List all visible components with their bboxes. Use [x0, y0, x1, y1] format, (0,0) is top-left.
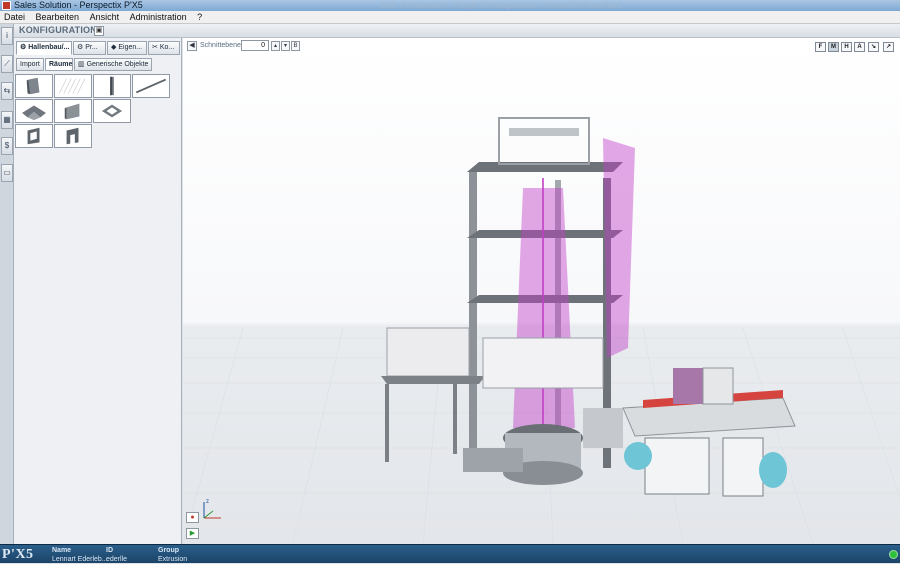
menu-help[interactable]: ?: [193, 11, 206, 24]
play-icon[interactable]: ▶: [186, 528, 199, 539]
record-icon[interactable]: ●: [186, 512, 199, 523]
price-rail-button[interactable]: $: [1, 137, 13, 155]
menu-administration[interactable]: Administration: [126, 11, 191, 24]
swap-rail-button[interactable]: ⇆: [1, 82, 13, 100]
document-rail-button[interactable]: ▭: [1, 164, 13, 182]
main-toolbar: KONFIGURATION ▣: [14, 24, 900, 38]
objects-icon: ▥: [78, 61, 85, 68]
subtab-import[interactable]: Import: [16, 58, 44, 71]
chart-rail-button[interactable]: ⟋: [1, 55, 13, 73]
3d-viewport[interactable]: ◀ Schnittebene 0 ▴ ▾ B F M H A ↘ ↗ ● ▶ z: [183, 38, 900, 544]
extrusion-plant-model[interactable]: [183, 38, 900, 544]
px5-logo: P'X5: [2, 547, 34, 562]
sub-tabs: Import Räume ▥ Generische Objekte: [16, 58, 180, 71]
door-wall-tile[interactable]: [54, 124, 92, 148]
status-bar: P'X5 Name Lennart Ederleb... ID ederlle …: [0, 544, 900, 563]
window-title: Sales Solution - Perspectix P'X5: [14, 0, 143, 10]
winder-unit: [622, 367, 796, 497]
wall-block-tile[interactable]: [15, 74, 53, 98]
tag-icon: ◆: [111, 44, 117, 51]
left-rail: i ⟋ ⇆ ▦ $ ▭: [0, 24, 14, 544]
window-title-bar: Sales Solution - Perspectix P'X5 Willi..…: [0, 0, 900, 11]
info-rail-button[interactable]: i: [1, 27, 13, 45]
tab-label: Ko...: [159, 44, 175, 51]
tab-icon: ✂: [152, 44, 158, 51]
connection-ok-icon: [889, 550, 898, 559]
axis-z-label: z: [206, 499, 209, 505]
tab-label: Eigen...: [118, 44, 143, 51]
tab-icon: ⚙: [77, 44, 84, 51]
tab-eigenschaften[interactable]: ◆ Eigen...: [107, 41, 147, 55]
beam-tile[interactable]: [132, 74, 170, 98]
status-name-header: Name: [52, 547, 72, 554]
tab-label: Hallenbau/...: [28, 44, 70, 51]
hatched-wall-tile[interactable]: [54, 74, 92, 98]
roof-tile[interactable]: [15, 99, 53, 123]
subtab-generische-objekte[interactable]: ▥ Generische Objekte: [74, 58, 152, 71]
panel-tile[interactable]: [54, 99, 92, 123]
tab-konfiguration[interactable]: ✂ Ko...: [148, 41, 180, 55]
status-id-header: ID: [106, 547, 113, 554]
subtab-raeume[interactable]: Räume: [45, 58, 73, 71]
app-icon: [2, 1, 11, 10]
status-group: Group Extrusion: [158, 546, 187, 564]
menu-bar: Datei Bearbeiten Ansicht Administration …: [0, 11, 900, 24]
tab-produkte[interactable]: ⚙ Pr...: [73, 41, 106, 55]
column-tile[interactable]: [93, 74, 131, 98]
subtab-label: Generische Objekte: [86, 61, 149, 68]
save-icon[interactable]: ▣: [94, 26, 104, 36]
grid-rail-button[interactable]: ▦: [1, 111, 13, 129]
floor-tile[interactable]: [93, 99, 131, 123]
window-wall-tile[interactable]: [15, 124, 53, 148]
status-name: Name Lennart Ederleb...: [52, 546, 108, 564]
menu-ansicht[interactable]: Ansicht: [86, 11, 124, 24]
menu-datei[interactable]: Datei: [0, 11, 29, 24]
mode-title: KONFIGURATION: [19, 25, 97, 35]
top-tabs: ⚙ Hallenbau/... ⚙ Pr... ◆ Eigen... ✂ Ko.…: [16, 41, 180, 55]
tab-icon: ⚙: [20, 44, 27, 51]
status-group-header: Group: [158, 547, 179, 554]
menu-bearbeiten[interactable]: Bearbeiten: [32, 11, 84, 24]
tab-label: Pr...: [85, 44, 98, 51]
side-panel: ⚙ Hallenbau/... ⚙ Pr... ◆ Eigen... ✂ Ko.…: [14, 38, 182, 544]
axis-gizmo: z: [203, 499, 221, 519]
status-id: ID ederlle: [106, 546, 127, 564]
background-window-title: Willi...Presentation...Pfuyph Schlittags…: [380, 1, 621, 10]
tab-hallenbau[interactable]: ⚙ Hallenbau/...: [16, 41, 72, 55]
